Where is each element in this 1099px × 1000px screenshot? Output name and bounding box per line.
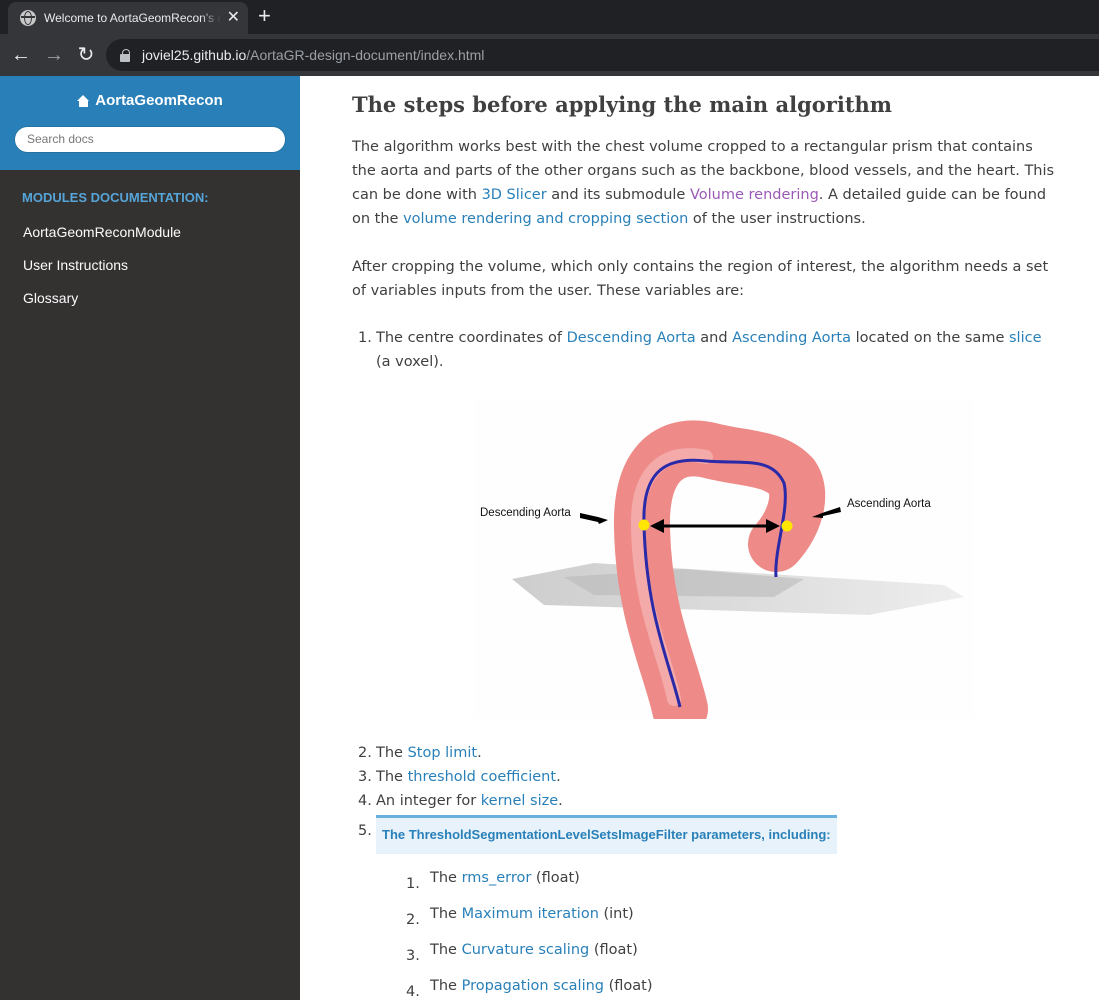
parameters-list: 1. The rms_error (float) 2. The Maximum it…	[406, 866, 1059, 1000]
list-number: 2.	[406, 912, 420, 928]
tab-title: Welcome to AortaGeomRecon's documentatio…	[44, 11, 221, 25]
url-path: /AortaGR-design-document/index.html	[246, 47, 485, 63]
text: located on the same	[851, 330, 1009, 346]
sidebar-item-user-instructions[interactable]: User Instructions	[0, 250, 300, 280]
list-number: 1.	[358, 330, 372, 346]
text: (int)	[598, 906, 634, 922]
text: An integer for	[376, 793, 481, 809]
link-propagation-scaling[interactable]: Propagation scaling	[462, 978, 604, 994]
list-item: 3. The Curvature scaling (float)	[406, 938, 1059, 964]
variables-paragraph: After cropping the volume, which only co…	[352, 259, 1049, 299]
brand-name: AortaGeomRecon	[95, 92, 223, 109]
list-number: 4.	[358, 793, 372, 809]
url-host: joviel25.github.io	[142, 47, 247, 63]
link-ascending-aorta[interactable]: Ascending Aorta	[732, 330, 851, 346]
list-item: 4. An integer for kernel size.	[352, 789, 1059, 813]
text: The	[430, 978, 462, 994]
list-item: 1. The rms_error (float)	[406, 866, 1059, 892]
text: (float)	[604, 978, 653, 994]
list-number: 3.	[406, 948, 420, 964]
link-curvature-scaling[interactable]: Curvature scaling	[462, 942, 590, 958]
link-maximum-iteration[interactable]: Maximum iteration	[462, 906, 599, 922]
descending-point	[638, 519, 650, 531]
browser-tab-strip: Welcome to AortaGeomRecon's documentatio…	[0, 0, 1099, 34]
reload-icon[interactable]: ↻	[73, 42, 99, 68]
url-text: joviel25.github.io/AortaGR-design-docume…	[142, 47, 484, 63]
globe-icon	[20, 10, 36, 26]
text: .	[558, 793, 563, 809]
sidebar: AortaGeomRecon Modules documentation: Ao…	[0, 76, 300, 1000]
list-number: 4.	[406, 984, 420, 1000]
text: The	[430, 906, 462, 922]
list-item: 4. The Propagation scaling (float)	[406, 974, 1059, 1000]
back-arrow-icon[interactable]: ←	[8, 42, 34, 68]
link-kernel-size[interactable]: kernel size	[481, 793, 558, 809]
link-descending-aorta[interactable]: Descending Aorta	[567, 330, 696, 346]
aorta-illustration: Descending Aorta Ascending Aorta	[480, 420, 964, 719]
text: The	[376, 745, 408, 761]
label-descending-aorta: Descending Aorta	[480, 507, 571, 519]
label-ascending-aorta: Ascending Aorta	[847, 498, 931, 510]
text: The	[430, 942, 462, 958]
text: The	[430, 870, 462, 886]
list-number: 1.	[406, 876, 420, 892]
forward-arrow-icon[interactable]: →	[41, 42, 67, 68]
text: .	[556, 769, 561, 785]
link-3d-slicer[interactable]: 3D Slicer	[482, 187, 547, 203]
home-icon	[77, 94, 90, 107]
text: (float)	[531, 870, 580, 886]
descending-pointer-arrow	[580, 513, 608, 524]
list-item: 2. The Maximum iteration (int)	[406, 902, 1059, 928]
list-item: 5. The ThresholdSegmentationLevelSetsIma…	[352, 813, 1059, 1000]
link-threshold-coefficient[interactable]: threshold coefficient	[408, 769, 556, 785]
text: The centre coordinates of	[376, 330, 567, 346]
link-cropping-section[interactable]: volume rendering and cropping section	[403, 211, 688, 227]
sidebar-item-aortageomreconmodule[interactable]: AortaGeomReconModule	[0, 217, 300, 247]
search-input[interactable]	[14, 125, 286, 153]
home-link[interactable]: AortaGeomRecon	[77, 92, 223, 109]
list-number: 2.	[358, 745, 372, 761]
list-item: 2. The Stop limit.	[352, 741, 1059, 765]
link-volume-rendering[interactable]: Volume rendering	[690, 187, 819, 203]
browser-tab[interactable]: Welcome to AortaGeomRecon's documentatio…	[8, 2, 248, 34]
text: (float)	[589, 942, 638, 958]
link-rms-error[interactable]: rms_error	[462, 870, 532, 886]
sidebar-header: AortaGeomRecon	[0, 76, 300, 170]
page-heading: The steps before applying the main algor…	[352, 92, 893, 117]
link-stop-limit[interactable]: Stop limit	[408, 745, 477, 761]
sidebar-item-glossary[interactable]: Glossary	[0, 283, 300, 313]
text: and its submodule	[546, 187, 690, 203]
ascending-point	[781, 520, 793, 532]
text: The	[376, 769, 408, 785]
text: (a voxel).	[376, 354, 444, 370]
link-slice[interactable]: slice	[1009, 330, 1042, 346]
text: and	[695, 330, 733, 346]
list-number: 5.	[358, 823, 372, 839]
aorta-figure: Descending Aorta Ascending Aorta	[474, 399, 974, 719]
intro-paragraph: The algorithm works best with the chest …	[352, 135, 1059, 231]
list-number: 3.	[358, 769, 372, 785]
browser-toolbar: ← → ↻ joviel25.github.io/AortaGR-design-…	[0, 34, 1099, 76]
list-item: 3. The threshold coefficient.	[352, 765, 1059, 789]
steps-list: 1. The centre coordinates of Descending …	[352, 326, 1059, 1000]
address-bar[interactable]: joviel25.github.io/AortaGR-design-docume…	[106, 39, 1099, 71]
parameters-rubric: The ThresholdSegmentationLevelSetsImageF…	[376, 815, 837, 854]
main-content: The steps before applying the main algor…	[300, 76, 1099, 1000]
text: .	[477, 745, 482, 761]
lock-icon[interactable]	[120, 48, 130, 62]
list-item: 1. The centre coordinates of Descending …	[352, 326, 1059, 719]
close-tab-icon[interactable]: ✕	[227, 10, 240, 26]
new-tab-button[interactable]: +	[258, 5, 271, 27]
text: of the user instructions.	[688, 211, 866, 227]
sidebar-caption: Modules documentation:	[22, 190, 209, 205]
